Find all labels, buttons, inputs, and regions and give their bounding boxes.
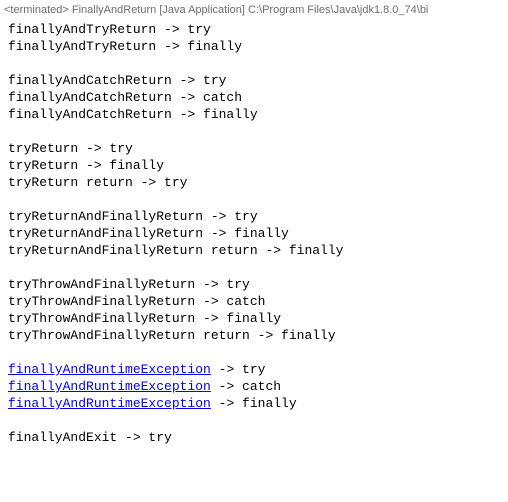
- stack-trace-link[interactable]: finallyAndRuntimeException: [8, 396, 211, 411]
- console-line: finallyAndTryReturn -> try: [0, 21, 508, 38]
- console-text: -> catch: [211, 379, 281, 394]
- console-line: tryReturnAndFinallyReturn -> finally: [0, 225, 508, 242]
- console-blank-line: [0, 259, 508, 276]
- console-line: finallyAndRuntimeException -> catch: [0, 378, 508, 395]
- console-line: tryReturn -> try: [0, 140, 508, 157]
- console-blank-line: [0, 412, 508, 429]
- console-line: finallyAndCatchReturn -> finally: [0, 106, 508, 123]
- runtime-path: C:\Program Files\Java\jdk1.8.0_74\bi: [248, 4, 428, 16]
- console-text: -> try: [211, 362, 266, 377]
- run-config-name: FinallyAndReturn: [72, 4, 156, 16]
- console-line: finallyAndExit -> try: [0, 429, 508, 446]
- console-text: -> finally: [211, 396, 297, 411]
- console-line: tryReturnAndFinallyReturn return -> fina…: [0, 242, 508, 259]
- console-line: finallyAndRuntimeException -> finally: [0, 395, 508, 412]
- console-line: finallyAndCatchReturn -> catch: [0, 89, 508, 106]
- console-line: tryReturn return -> try: [0, 174, 508, 191]
- console-line: tryReturnAndFinallyReturn -> try: [0, 208, 508, 225]
- console-line: finallyAndCatchReturn -> try: [0, 72, 508, 89]
- console-blank-line: [0, 123, 508, 140]
- console-line: tryReturn -> finally: [0, 157, 508, 174]
- console-line: tryThrowAndFinallyReturn -> finally: [0, 310, 508, 327]
- console-header: <terminated> FinallyAndReturn [Java Appl…: [0, 0, 508, 21]
- console-output: finallyAndTryReturn -> tryfinallyAndTryR…: [0, 21, 508, 446]
- console-blank-line: [0, 55, 508, 72]
- console-line: finallyAndTryReturn -> finally: [0, 38, 508, 55]
- console-line: tryThrowAndFinallyReturn -> catch: [0, 293, 508, 310]
- console-blank-line: [0, 344, 508, 361]
- launch-type: [Java Application]: [159, 4, 245, 16]
- console-line: tryThrowAndFinallyReturn return -> final…: [0, 327, 508, 344]
- stack-trace-link[interactable]: finallyAndRuntimeException: [8, 362, 211, 377]
- console-view: <terminated> FinallyAndReturn [Java Appl…: [0, 0, 508, 446]
- console-line: tryThrowAndFinallyReturn -> try: [0, 276, 508, 293]
- process-status: <terminated>: [4, 4, 69, 16]
- console-blank-line: [0, 191, 508, 208]
- stack-trace-link[interactable]: finallyAndRuntimeException: [8, 379, 211, 394]
- console-line: finallyAndRuntimeException -> try: [0, 361, 508, 378]
